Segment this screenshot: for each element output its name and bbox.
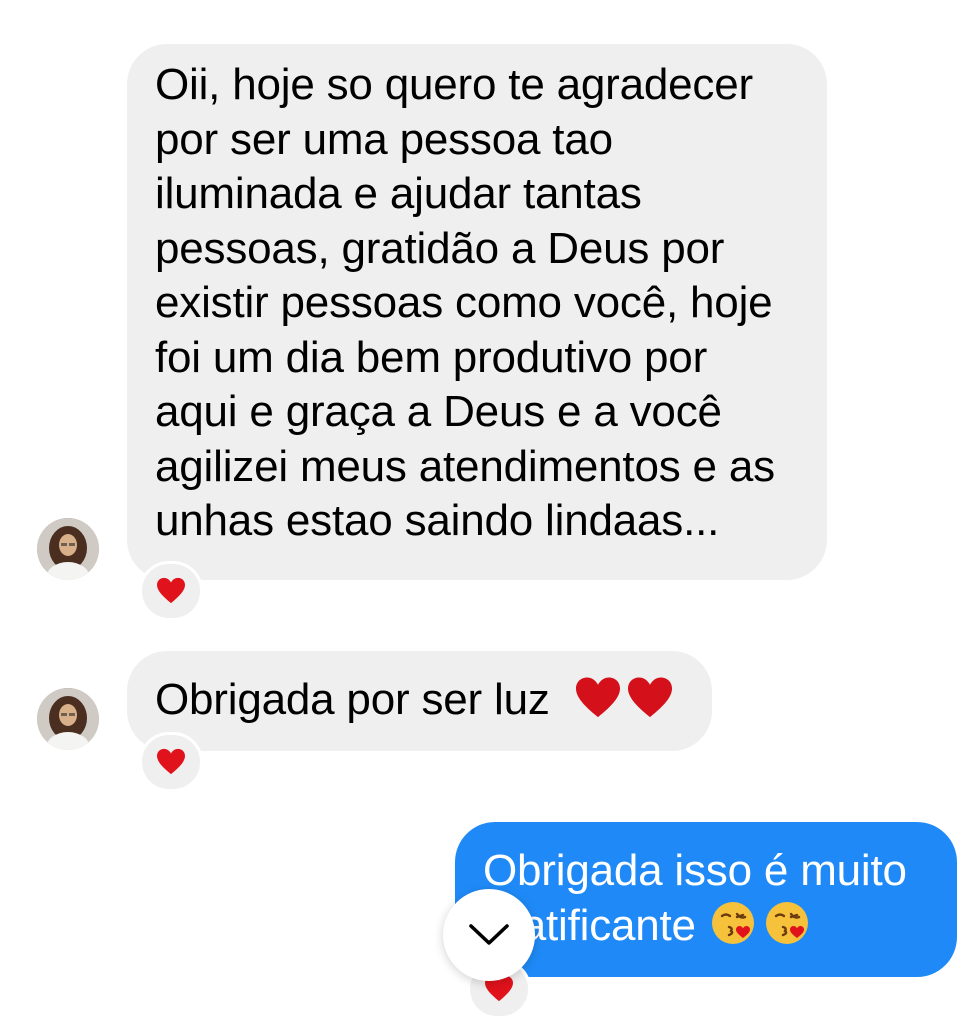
message-line: agilizei meus atendimentos e as	[155, 441, 775, 491]
heart-icon	[627, 677, 672, 718]
scroll-to-bottom-button[interactable]	[443, 889, 535, 981]
avatar-photo	[37, 688, 99, 750]
face-blowing-kiss-icon	[765, 901, 808, 944]
message-line: existir pessoas como você, hoje	[155, 278, 773, 327]
message-line: pessoas, gratidão a Deus por	[155, 223, 725, 273]
message-text: Obrigada por ser luz	[155, 675, 550, 724]
heart-icon	[157, 748, 185, 775]
message-line: foi um dia bem produtivo por	[155, 332, 708, 382]
face-blowing-kiss-icon	[711, 901, 754, 944]
heart-icon	[575, 677, 620, 718]
incoming-message-bubble[interactable]: Obrigada por ser luz	[127, 651, 712, 751]
message-line: gratificante	[483, 899, 929, 954]
message-line: Obrigada isso é muito	[483, 846, 907, 895]
contact-avatar[interactable]	[37, 518, 99, 580]
reaction-badge[interactable]	[139, 561, 203, 621]
message-line: iluminada e ajudar tantas	[155, 169, 642, 218]
message-line: Oii, hoje so quero te agradecer	[155, 60, 753, 109]
contact-avatar[interactable]	[37, 688, 99, 750]
message-line: unhas estao saindo lindaas...	[155, 496, 720, 545]
reaction-badge[interactable]	[139, 732, 203, 792]
message-line: por ser uma pessoa tao	[155, 114, 613, 164]
heart-icon	[157, 577, 185, 604]
message-line: aqui e graça a Deus e a você	[155, 387, 722, 436]
chevron-down-icon	[469, 924, 509, 945]
avatar-photo	[37, 518, 99, 580]
incoming-message-bubble[interactable]: Oii, hoje so quero te agradecer por ser …	[127, 44, 827, 580]
